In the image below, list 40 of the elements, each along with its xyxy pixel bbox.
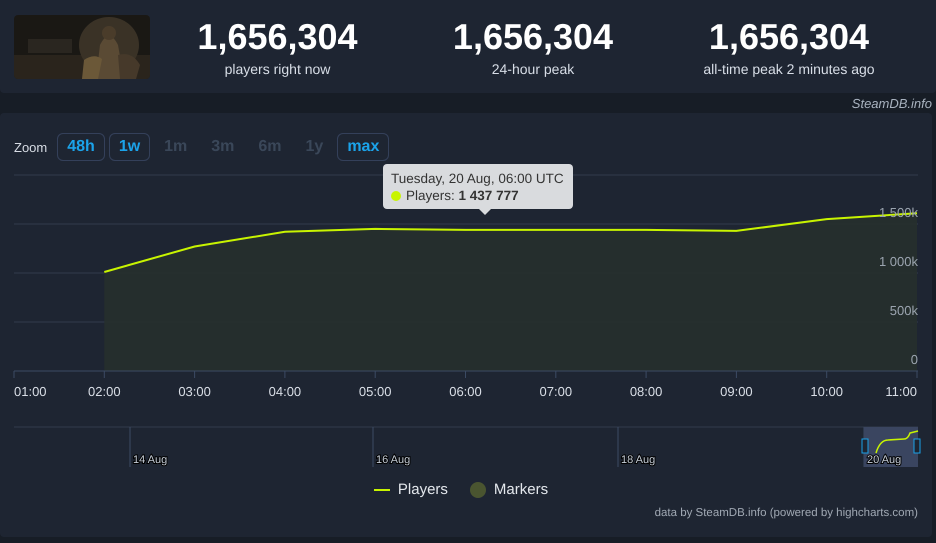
navigator-label: 14 Aug [133,454,168,466]
navigator-label: 18 Aug [621,454,656,466]
navigator-selection[interactable] [864,427,918,467]
axis-label: 06:00 [449,384,482,399]
legend-item[interactable]: Markers [494,481,548,498]
axis-label: 08:00 [630,384,662,399]
zoom-label: Zoom [14,140,48,154]
stat-value: 1,656,304 [197,16,358,56]
tooltip-title: Tuesday, 20 Aug, 06:00 UTC [391,171,564,186]
source-label: SteamDB.info [852,96,932,110]
zoom-button[interactable]: 1w [108,133,150,161]
axis-label: 1 000k [878,254,918,269]
legend-item[interactable]: Players [398,481,448,498]
axis-label: 07:00 [540,384,572,399]
handle-icon[interactable] [914,438,920,454]
stat-label: 24-hour peak [492,60,574,76]
stat-label: players right now [224,60,330,76]
axis-label: 03:00 [178,384,211,399]
axis-label: 11:00 [885,384,917,399]
axis-label: 02:00 [88,384,121,399]
stat-value: 1,656,304 [708,16,870,56]
axis-label: 04:00 [268,384,302,399]
stat-label: all-time peak 2 minutes ago [703,60,875,76]
navigator-label: 16 Aug [376,454,410,466]
tooltip-value: Players: 1 437 777 [406,188,519,203]
axis-label: 10:00 [810,384,843,399]
line-icon [374,488,390,490]
handle-icon[interactable] [862,438,868,454]
axis-label: 500k [890,303,918,318]
axis-label: 09:00 [720,384,753,399]
series-dot-icon [391,190,401,200]
stat-value: 1,656,304 [452,16,614,56]
navigator-label: 20 Aug [867,454,902,466]
axis-label: 05:00 [358,384,392,399]
axis-label: 01:00 [14,384,47,399]
credits-text: data by SteamDB.info (powered by highcharts.com) [654,507,918,519]
zoom-button[interactable]: max [337,133,390,161]
navigator-line [875,430,918,454]
zoom-button[interactable]: 48h [57,133,105,161]
axis-label: 0 [910,352,918,367]
